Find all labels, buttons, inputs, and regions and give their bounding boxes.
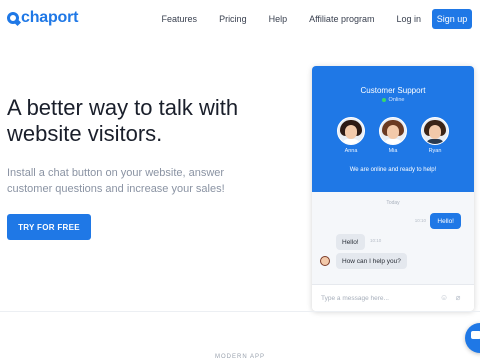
chaport-logo[interactable]: chaport xyxy=(7,9,78,27)
widget-header: Customer Support Online Anna Mia Ryan We… xyxy=(312,66,474,192)
top-navigation: chaport Features Pricing Help Affiliate … xyxy=(0,0,480,38)
hero-subtext: Install a chat button on your website, a… xyxy=(7,167,225,195)
chat-bubble-icon xyxy=(471,331,480,339)
agent-message: Hello! xyxy=(336,234,365,250)
composer-icons: ☺ ⌀ xyxy=(434,294,462,302)
visitor-message: Hello! xyxy=(430,213,461,229)
online-message: We are online and ready to help! xyxy=(349,167,437,173)
message-input[interactable] xyxy=(321,294,431,302)
avatar-body xyxy=(342,139,360,144)
agent-anna: Anna xyxy=(330,117,372,154)
agent-message: How can I help you? xyxy=(336,253,407,269)
hero-headline: A better way to talk with website visito… xyxy=(7,95,239,146)
widget-status: Online xyxy=(312,97,474,103)
nav-help[interactable]: Help xyxy=(269,14,288,24)
avatar-face xyxy=(387,125,399,139)
message-time: 10:10 xyxy=(414,218,426,223)
logo-text: chaport xyxy=(21,9,79,26)
chaport-logo-icon xyxy=(7,12,19,24)
attachment-icon[interactable]: ⌀ xyxy=(454,294,462,302)
section-divider xyxy=(0,311,480,312)
agent-avatar-icon xyxy=(320,256,330,266)
message-time: 10:10 xyxy=(370,238,382,243)
try-for-free-button[interactable]: TRY FOR FREE xyxy=(7,214,91,240)
avatar-body xyxy=(384,139,402,144)
nav-links: Features Pricing Help Affiliate program … xyxy=(162,0,480,38)
nav-affiliate-program[interactable]: Affiliate program xyxy=(309,14,374,24)
agent-list: Anna Mia Ryan xyxy=(312,117,474,154)
avatar-body xyxy=(426,139,444,144)
nav-features[interactable]: Features xyxy=(162,14,198,24)
widget-status-text: Online xyxy=(388,97,405,103)
sign-up-button[interactable]: Sign up xyxy=(432,9,472,29)
online-status-icon xyxy=(381,98,386,102)
widget-title: Customer Support xyxy=(360,86,426,95)
avatar xyxy=(379,117,407,145)
avatar-face xyxy=(429,125,441,139)
agent-name: Mia xyxy=(388,148,398,154)
avatar-face xyxy=(345,125,357,139)
avatar xyxy=(337,117,365,145)
section-label: MODERN APP xyxy=(214,354,265,360)
chat-launcher-button[interactable] xyxy=(465,323,480,353)
agent-name: Ryan xyxy=(428,148,442,154)
nav-login[interactable]: Log in xyxy=(396,14,421,24)
agent-name: Anna xyxy=(344,148,358,154)
nav-pricing[interactable]: Pricing xyxy=(219,14,247,24)
chat-messages: Today 10:10 Hello! Hello! 10:10 How can … xyxy=(312,192,474,284)
day-separator: Today xyxy=(386,200,400,206)
message-composer: ☺ ⌀ xyxy=(312,284,474,311)
avatar xyxy=(421,117,449,145)
agent-ryan: Ryan xyxy=(414,117,456,154)
chat-widget-preview: Customer Support Online Anna Mia Ryan We… xyxy=(312,66,474,311)
agent-mia: Mia xyxy=(372,117,414,154)
emoji-icon[interactable]: ☺ xyxy=(440,294,448,302)
